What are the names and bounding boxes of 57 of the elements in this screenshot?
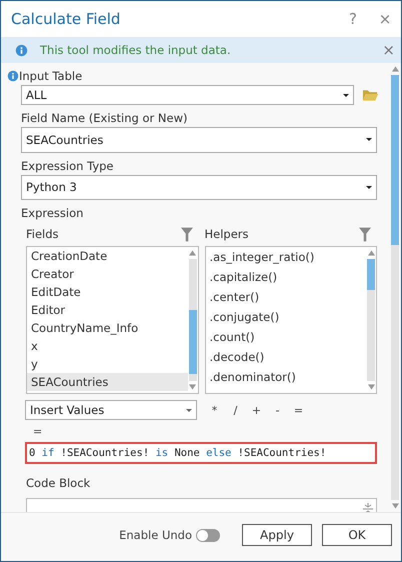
operator-button[interactable]: = [289, 404, 308, 416]
help-button[interactable]: ? [337, 10, 369, 28]
close-button[interactable]: × [369, 10, 401, 28]
operator-button[interactable]: * [205, 404, 224, 416]
list-item[interactable]: .center() [206, 287, 366, 307]
dismiss-button[interactable]: × [382, 41, 395, 59]
filter-icon[interactable] [359, 226, 371, 242]
operator-text: = [33, 426, 42, 438]
dialog-button[interactable]: OK [322, 524, 392, 546]
list-item[interactable]: .decode() [206, 347, 366, 367]
field-name-dropdown[interactable]: SEACountries [21, 127, 377, 152]
scrollbar-thumb[interactable] [367, 259, 375, 290]
toggle-label: Enable Undo [119, 528, 192, 542]
expression-field[interactable]: 0 if !SEACountries! is None else !SEACountries! [25, 442, 377, 464]
list-label: Helpers [204, 226, 249, 243]
expression-type-dropdown[interactable]: Python 3 [21, 174, 377, 200]
scrollbar-thumb[interactable] [188, 310, 196, 374]
field-label: Input Table [19, 68, 82, 85]
message-text: This tool modifies the input data. [40, 43, 232, 57]
list-item[interactable]: .denominator() [206, 367, 366, 387]
input-table-dropdown[interactable]: ALL [21, 85, 354, 105]
list-item[interactable]: x [27, 337, 188, 355]
list-item[interactable]: y [27, 355, 188, 373]
list-item[interactable]: .conjugate() [206, 307, 366, 327]
scroll-down-icon[interactable] [392, 503, 398, 509]
folder-icon[interactable] [362, 88, 379, 102]
field-label: Field Name (Existing or New) [21, 110, 188, 127]
scrollbar-thumb[interactable] [391, 75, 399, 245]
list-item[interactable]: SEACountries [27, 373, 188, 391]
info-icon [7, 70, 19, 82]
scroll-up-icon[interactable] [392, 66, 398, 72]
operator-button[interactable]: / [226, 404, 245, 416]
list-item[interactable]: Creator [27, 265, 188, 283]
info-icon [15, 44, 28, 56]
list-item[interactable]: CreationDate [27, 247, 188, 265]
list-item[interactable]: .as_integer_ratio() [206, 247, 366, 267]
scroll-up-icon[interactable] [368, 250, 374, 256]
section-label: Expression [21, 205, 84, 222]
list-item[interactable]: CountryName_Info [27, 319, 188, 337]
list-label: Fields [26, 226, 59, 243]
list-item[interactable]: Editor [27, 301, 188, 319]
field-label: Code Block [26, 475, 92, 492]
window-title: Calculate Field [11, 10, 122, 28]
scroll-down-icon[interactable] [368, 384, 374, 390]
field-label: Expression Type [21, 158, 114, 174]
operator-button[interactable]: + [247, 404, 266, 416]
insert-values-dropdown[interactable]: Insert Values [25, 400, 197, 420]
toggle-switch[interactable] [196, 528, 220, 542]
scroll-up-icon[interactable] [189, 250, 196, 256]
resize-icon[interactable] [363, 503, 373, 512]
operator-button[interactable]: - [268, 404, 287, 416]
list-item[interactable]: EditDate [27, 283, 188, 301]
filter-icon[interactable] [180, 226, 192, 242]
list-item[interactable]: .count() [206, 327, 366, 347]
list-item[interactable]: .capitalize() [206, 267, 366, 287]
scroll-down-icon[interactable] [189, 384, 196, 390]
dialog-button[interactable]: Apply [242, 524, 312, 546]
